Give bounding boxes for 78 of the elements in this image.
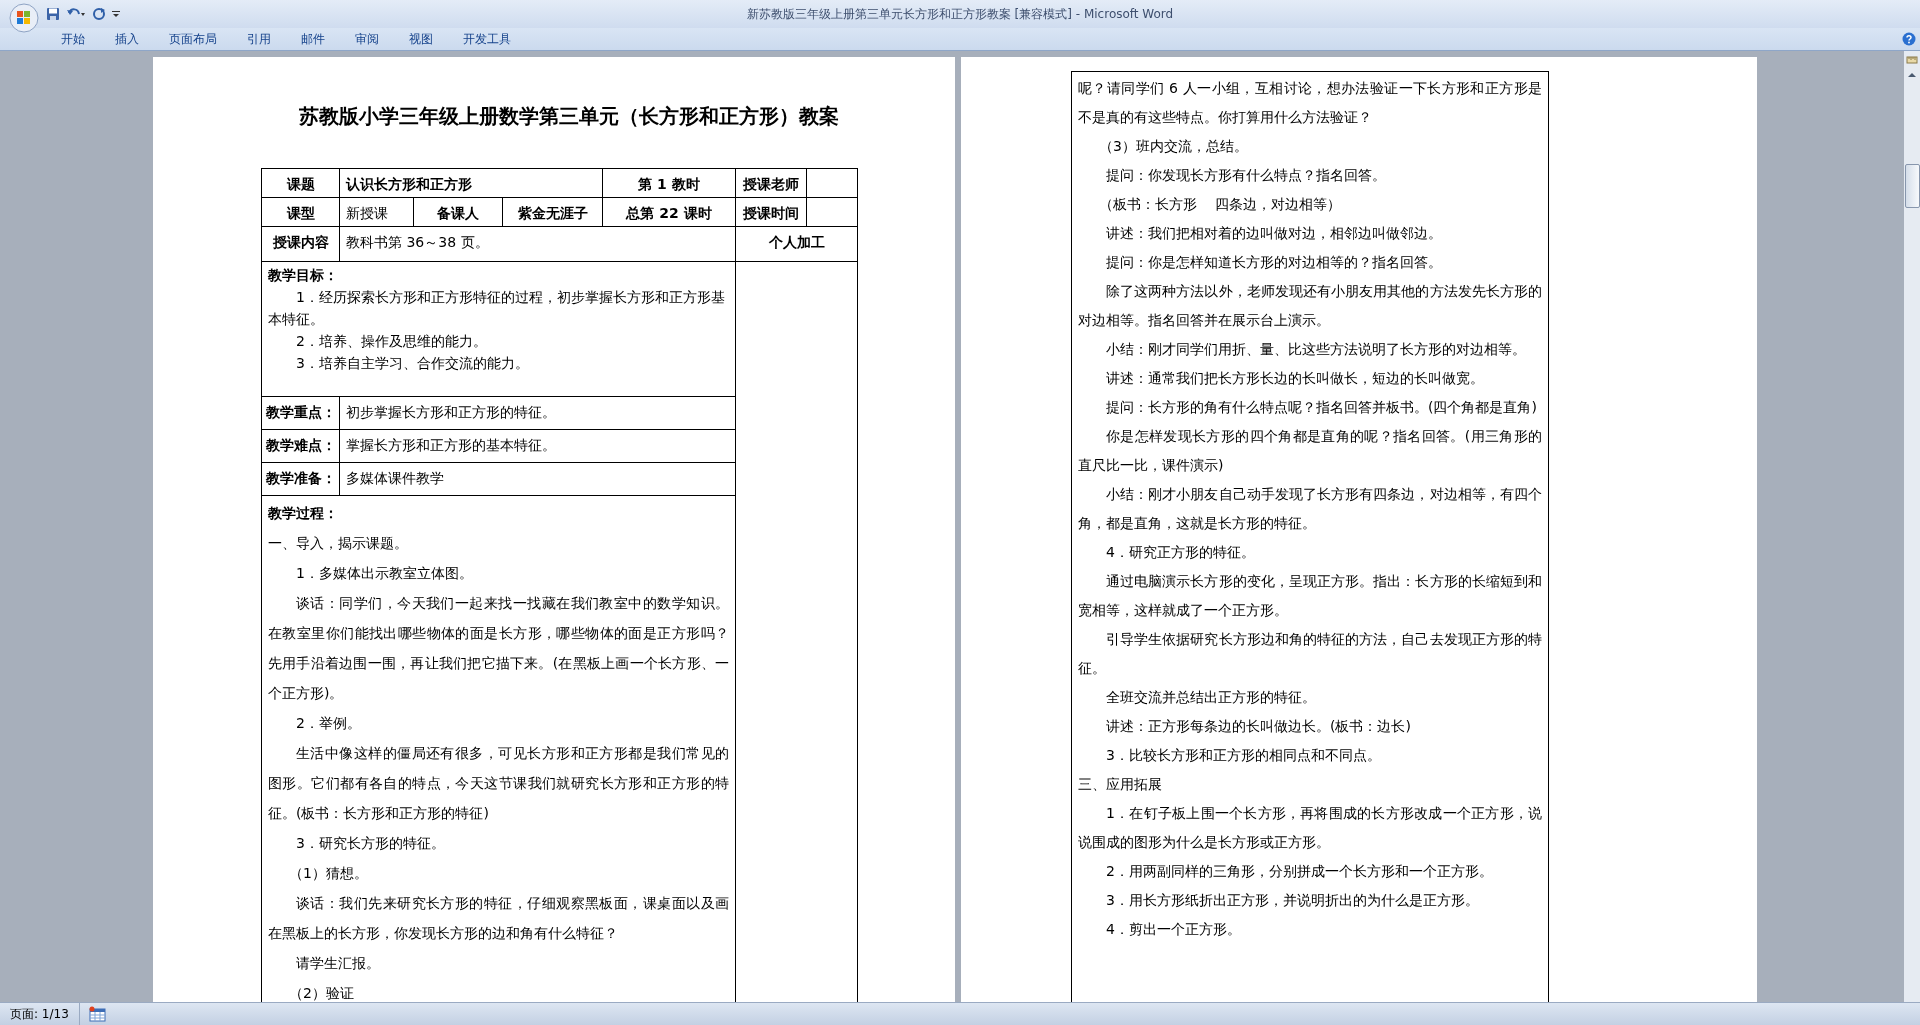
paragraph: 提问：你发现长方形有什么特点？指名回答。 <box>1105 166 1387 185</box>
paragraph: 引导学生依据研究长方形边和角的特征的方法，自己去发现正方形的特征。 <box>1078 630 1542 678</box>
paragraph: 讲述：正方形每条边的长叫做边长。(板书：边长) <box>1105 717 1412 736</box>
paragraph: 谈话：同学们，今天我们一起来找一找藏在我们教室中的数学知识。在教室里你们能找出哪些物体的面是长方形，哪些物体的面是正方形吗？先用手沿着边围一围，再让我们把它描下来。(在黑板上画一个长方形、一个正方形)。 <box>268 594 729 703</box>
table-cell: 教学重点： <box>262 397 340 430</box>
paragraph: （3）班内交流，总结。 <box>1098 137 1249 156</box>
paragraph: （1）猜想。 <box>288 864 369 883</box>
paragraph: 4．研究正方形的特征。 <box>1105 543 1256 562</box>
paragraph: 小结：刚才小朋友自己动手发现了长方形有四条边，对边相等，有四个角，都是直角，这就是长方形的特征。 <box>1078 485 1542 533</box>
goal-item: 3．培养自主学习、合作交流的能力。 <box>295 354 530 373</box>
table-cell: 掌握长方形和正方形的基本特征。 <box>340 430 736 463</box>
goal-item: 2．培养、操作及思维的能力。 <box>295 332 488 351</box>
ribbon-tab[interactable]: 插入 <box>100 28 154 50</box>
paragraph: 除了这两种方法以外，老师发现还有小朋友用其他的方法发先长方形的对边相等。指名回答并在展示台上演示。 <box>1078 282 1542 330</box>
ribbon-tab[interactable]: 引用 <box>232 28 286 50</box>
document-title: 苏教版小学三年级上册数学第三单元（长方形和正方形）教案 <box>298 103 840 130</box>
table-cell: 教学难点： <box>262 430 340 463</box>
table-cell: 教科书第 36～38 页。 <box>340 227 736 262</box>
ribbon-tab[interactable]: 邮件 <box>286 28 340 50</box>
table-cell <box>807 198 858 227</box>
paragraph: 呢？请同学们 6 人一小组，互相讨论，想办法验证一下长方形和正方形是不是真的有这些特点。你打算用什么方法验证？ <box>1078 79 1542 127</box>
paragraph: 讲述：我们把相对着的边叫做对边，相邻边叫做邻边。 <box>1105 224 1443 243</box>
paragraph: 1．在钉子板上围一个长方形，再将围成的长方形改成一个正方形，说说围成的图形为什么是长方形或正方形。 <box>1078 804 1542 852</box>
table-cell: 授课时间 <box>736 198 807 227</box>
paragraph: 3．比较长方形和正方形的相同点和不同点。 <box>1105 746 1382 765</box>
table-cell: 多媒体课件教学 <box>340 463 736 496</box>
table-cell: 第 1 教时 <box>603 169 736 198</box>
ribbon-tab[interactable]: 审阅 <box>340 28 394 50</box>
paragraph: 讲述：通常我们把长方形长边的长叫做长，短边的长叫做宽。 <box>1105 369 1485 388</box>
paragraph: （板书：长方形 四条边，对边相等） <box>1098 195 1343 214</box>
help-icon[interactable] <box>1902 32 1916 46</box>
paragraph: 你是怎样发现长方形的四个角都是直角的呢？指名回答。(用三角形的直尺比一比，课件演示) <box>1078 427 1542 475</box>
table-cell: 初步掌握长方形和正方形的特征。 <box>340 397 736 430</box>
table-cell: 授课内容 <box>262 227 340 262</box>
section-label: 教学过程： <box>268 504 339 523</box>
save-icon[interactable] <box>46 7 60 21</box>
ribbon-tab[interactable]: 页面布局 <box>154 28 232 50</box>
table-cell: 总第 22 课时 <box>603 198 736 227</box>
table-cell: 课型 <box>262 198 340 227</box>
table-cell: 个人加工 <box>736 227 858 262</box>
table-cell: 教学准备： <box>262 463 340 496</box>
table-cell: 新授课 <box>340 198 414 227</box>
paragraph: 3．用长方形纸折出正方形，并说明折出的为什么是正方形。 <box>1105 891 1480 910</box>
paragraph: 通过电脑演示长方形的变化，呈现正方形。指出：长方形的长缩短到和宽相等，这样就成了一个正方形。 <box>1078 572 1542 620</box>
paragraph: 1．多媒体出示教室立体图。 <box>295 564 474 583</box>
page-indicator[interactable]: 页面: 1/13 <box>0 1003 80 1025</box>
paragraph: 2．举例。 <box>295 714 362 733</box>
scroll-up-icon[interactable] <box>1906 70 1918 80</box>
table-cell: 课题 <box>262 169 340 198</box>
table-cell: 认识长方形和正方形 <box>340 169 603 198</box>
scrollbar[interactable] <box>1904 51 1920 1002</box>
spreadsheet-icon[interactable] <box>87 1006 106 1022</box>
table-cell: 紫金无涯子 <box>503 198 603 227</box>
ribbon-tab[interactable]: 开发工具 <box>448 28 526 50</box>
goal-item: 1．经历探索长方形和正方形特征的过程，初步掌握长方形和正方形基本特征。 <box>268 288 726 329</box>
paragraph: 小结：刚才同学们用折、量、比这些方法说明了长方形的对边相等。 <box>1105 340 1527 359</box>
ruler-icon[interactable] <box>1906 54 1918 66</box>
paragraph: 提问：你是怎样知道长方形的对边相等的？指名回答。 <box>1105 253 1443 272</box>
paragraph: 提问：长方形的角有什么特点呢？指名回答并板书。(四个角都是直角) <box>1105 398 1538 417</box>
window-title: 新苏教版三年级上册第三单元长方形和正方形教案 [兼容模式] - Microsoft Word <box>746 5 1174 23</box>
scroll-thumb[interactable] <box>1904 164 1920 208</box>
paragraph: （2）验证 <box>288 984 355 1002</box>
redo-icon[interactable] <box>92 7 106 21</box>
table-cell: 授课老师 <box>736 169 807 198</box>
ribbon-tab[interactable]: 视图 <box>394 28 448 50</box>
paragraph: 3．研究长方形的特征。 <box>295 834 446 853</box>
paragraph: 谈话：我们先来研究长方形的特征，仔细观察黑板面，课桌面以及画在黑板上的长方形，你发现长方形的边和角有什么特征？ <box>268 894 729 943</box>
paragraph: 三、应用拓展 <box>1078 775 1163 794</box>
caret-icon[interactable] <box>112 10 120 18</box>
paragraph: 生活中像这样的僵局还有很多，可见长方形和正方形都是我们常见的图形。它们都有各自的特点，今天这节课我们就研究长方形和正方形的特征。(板书：长方形和正方形的特征) <box>268 744 729 823</box>
paragraph: 请学生汇报。 <box>295 954 381 973</box>
paragraph: 全班交流并总结出正方形的特征。 <box>1105 688 1317 707</box>
paragraph: 4．剪出一个正方形。 <box>1105 920 1242 939</box>
ribbon-tab[interactable]: 开始 <box>46 28 100 50</box>
paragraph: 一、导入，揭示课题。 <box>268 534 409 553</box>
section-label: 教学目标： <box>268 266 339 285</box>
table-cell: 备课人 <box>414 198 503 227</box>
paragraph: 2．用两副同样的三角形，分别拼成一个长方形和一个正方形。 <box>1105 862 1494 881</box>
